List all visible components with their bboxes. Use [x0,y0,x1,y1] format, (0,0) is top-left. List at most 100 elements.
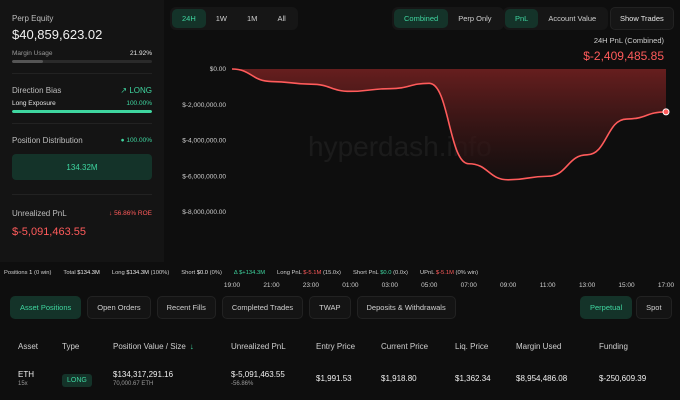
summary-delta: Δ $+134.3M [233,270,266,276]
x-tick-label: 19:00 [223,282,241,289]
row-current-price: $1,918.80 [381,374,417,383]
direction-bias-text: LONG [129,86,152,95]
account-summary-panel: Perp Equity $40,859,623.02 Margin Usage … [0,0,164,262]
tab-open-orders[interactable]: Open Orders [87,296,151,319]
tab-account-value[interactable]: Account Value [538,9,606,28]
table-row[interactable]: ETH 15x LONG $134,317,291.16 70,000.67 ETH… [0,370,680,394]
sort-down-icon: ↓ [189,342,194,351]
unrealized-pnl-row: Unrealized PnL ↓ 56.86% ROE [12,209,152,218]
pnl-header-title: 24H PnL (Combined) [593,36,664,45]
summary-upnl-label: UPnL [419,270,435,276]
summary-total-label: Total [63,270,76,276]
y-axis: $0.00 $-2,000,000.00 $-4,000,000.00 $-6,000… [182,66,226,216]
tab-deposits-withdrawals[interactable]: Deposits & Withdrawals [356,296,456,319]
margin-usage-fill [12,60,43,63]
position-distribution-percent: ● 100.00% [121,137,152,144]
summary-long-label: Long [111,270,125,276]
x-tick-label: 01:00 [342,282,359,289]
y-tick-label: $-6,000,000.00 [182,173,226,180]
position-distribution-bar[interactable]: 134.32M [12,154,152,180]
tab-recent-fills[interactable]: Recent Fills [156,296,216,319]
row-liq-price: $1,362.34 [455,374,491,383]
tab-twap[interactable]: TWAP [309,296,351,319]
tab-24h[interactable]: 24H [172,9,206,28]
row-margin-used: $8,954,486.08 [516,374,568,383]
row-position-value: $134,317,291.16 70,000.67 ETH [113,370,173,387]
th-asset[interactable]: Asset [18,342,38,351]
x-tick-label: 17:00 [657,282,675,289]
summary-long-pnl-value: $-5.1M [303,270,322,276]
row-position-size: 70,000.67 ETH [113,381,154,387]
unrealized-pnl-roe: ↓ 56.86% ROE [109,210,152,217]
market-tabs: Perpetual Spot [580,296,672,319]
x-axis: 19:00 21:00 23:00 01:00 03:00 05:00 07:00 09:00… [168,282,680,294]
show-trades-button[interactable]: Show Trades [610,7,674,30]
summary-short-pnl: Short PnL $0.0 (0.0x) [353,270,408,276]
metric-tabs: PnL Account Value [503,7,609,30]
tab-all[interactable]: All [267,9,295,28]
row-leverage: 15x [18,381,28,387]
margin-usage-value: 21.92% [129,50,152,57]
th-liq-price[interactable]: Liq. Price [455,342,488,351]
trend-up-icon: ↗ [120,86,128,95]
summary-positions: Positions 1 (0 win) [4,270,51,276]
positions-summary: Positions 1 (0 win) Total $134.3M Long $… [0,266,680,280]
position-distribution-row: Position Distribution ● 100.00% [12,136,152,145]
x-tick-label: 03:00 [381,282,398,289]
row-unrealized-pnl: $-5,091,463.55 -56.86% [231,370,285,387]
th-unrealized-pnl[interactable]: Unrealized PnL [231,342,286,351]
tab-combined[interactable]: Combined [394,9,449,28]
th-entry-price[interactable]: Entry Price [316,342,355,351]
y-tick-label: $-2,000,000.00 [182,102,226,109]
tab-1m[interactable]: 1M [237,9,267,28]
summary-short-label: Short [181,270,196,276]
row-entry-price: $1,991.53 [316,374,352,383]
summary-upnl-value: $-5.1M [435,270,454,276]
summary-long-pnl-ratio: (15.0x) [322,270,341,276]
summary-short-pnl-value: $0.0 [380,270,392,276]
perp-equity-label: Perp Equity [12,14,54,23]
tab-pnl[interactable]: PnL [505,9,539,28]
x-tick-label: 07:00 [460,282,477,289]
margin-usage-bar [12,60,152,63]
pnl-end-point[interactable] [662,108,670,116]
tab-completed-trades[interactable]: Completed Trades [221,296,304,319]
summary-short-pnl-label: Short PnL [352,270,379,276]
summary-upnl-win: (0% win) [455,270,479,276]
tab-1w[interactable]: 1W [206,9,237,28]
summary-positions-value: 1 [29,270,33,276]
unrealized-pnl-label: Unrealized PnL [12,209,67,218]
summary-short-pct: (0%) [209,270,222,276]
tab-asset-positions[interactable]: Asset Positions [10,296,82,319]
position-distribution-section: Position Distribution ● 100.00% 134.32M [12,124,152,195]
x-tick-label: 21:00 [263,282,280,289]
long-exposure-bar [12,110,152,113]
row-funding: $-250,609.39 [599,374,647,383]
pnl-chart-svg: hyperdash.info $0.00$-2,000,000.00$-4,00… [182,66,670,216]
row-position-value-text: $134,317,291.16 [113,370,174,379]
th-current-price[interactable]: Current Price [381,342,428,351]
th-funding[interactable]: Funding [599,342,628,351]
y-tick-label: $0.00 [210,66,227,73]
dot-icon: ● [120,137,125,144]
long-exposure-label: Long Exposure [12,100,56,107]
x-tick-label: 13:00 [578,282,596,289]
unrealized-pnl-section: Unrealized PnL ↓ 56.86% ROE $-5,091,463.… [12,195,152,238]
pnl-chart[interactable]: hyperdash.info $0.00 $-2,000,000.00 $-4,00… [168,58,680,289]
tab-perp-only[interactable]: Perp Only [448,9,501,28]
summary-long-pnl: Long PnL $-5.1M (15.0x) [277,270,341,276]
tab-perpetual[interactable]: Perpetual [580,296,633,319]
direction-bias-row: Direction Bias ↗ LONG [12,86,152,95]
long-exposure-fill [12,110,152,113]
positions-tabs: Asset Positions Open Orders Recent Fills… [10,296,456,319]
unrealized-pnl-value: $-5,091,463.55 [12,226,87,238]
summary-short-value: $0.0 [196,270,209,276]
th-position-value[interactable]: Position Value / Size ↓ [113,342,194,351]
summary-long-value: $134.3M [126,270,149,276]
summary-upnl: UPnL $-5.1M (0% win) [420,270,478,276]
tab-spot[interactable]: Spot [636,296,672,319]
row-type-badge: LONG [62,374,92,387]
th-type[interactable]: Type [62,342,79,351]
th-margin-used[interactable]: Margin Used [516,342,561,351]
direction-bias-label: Direction Bias [12,86,62,95]
